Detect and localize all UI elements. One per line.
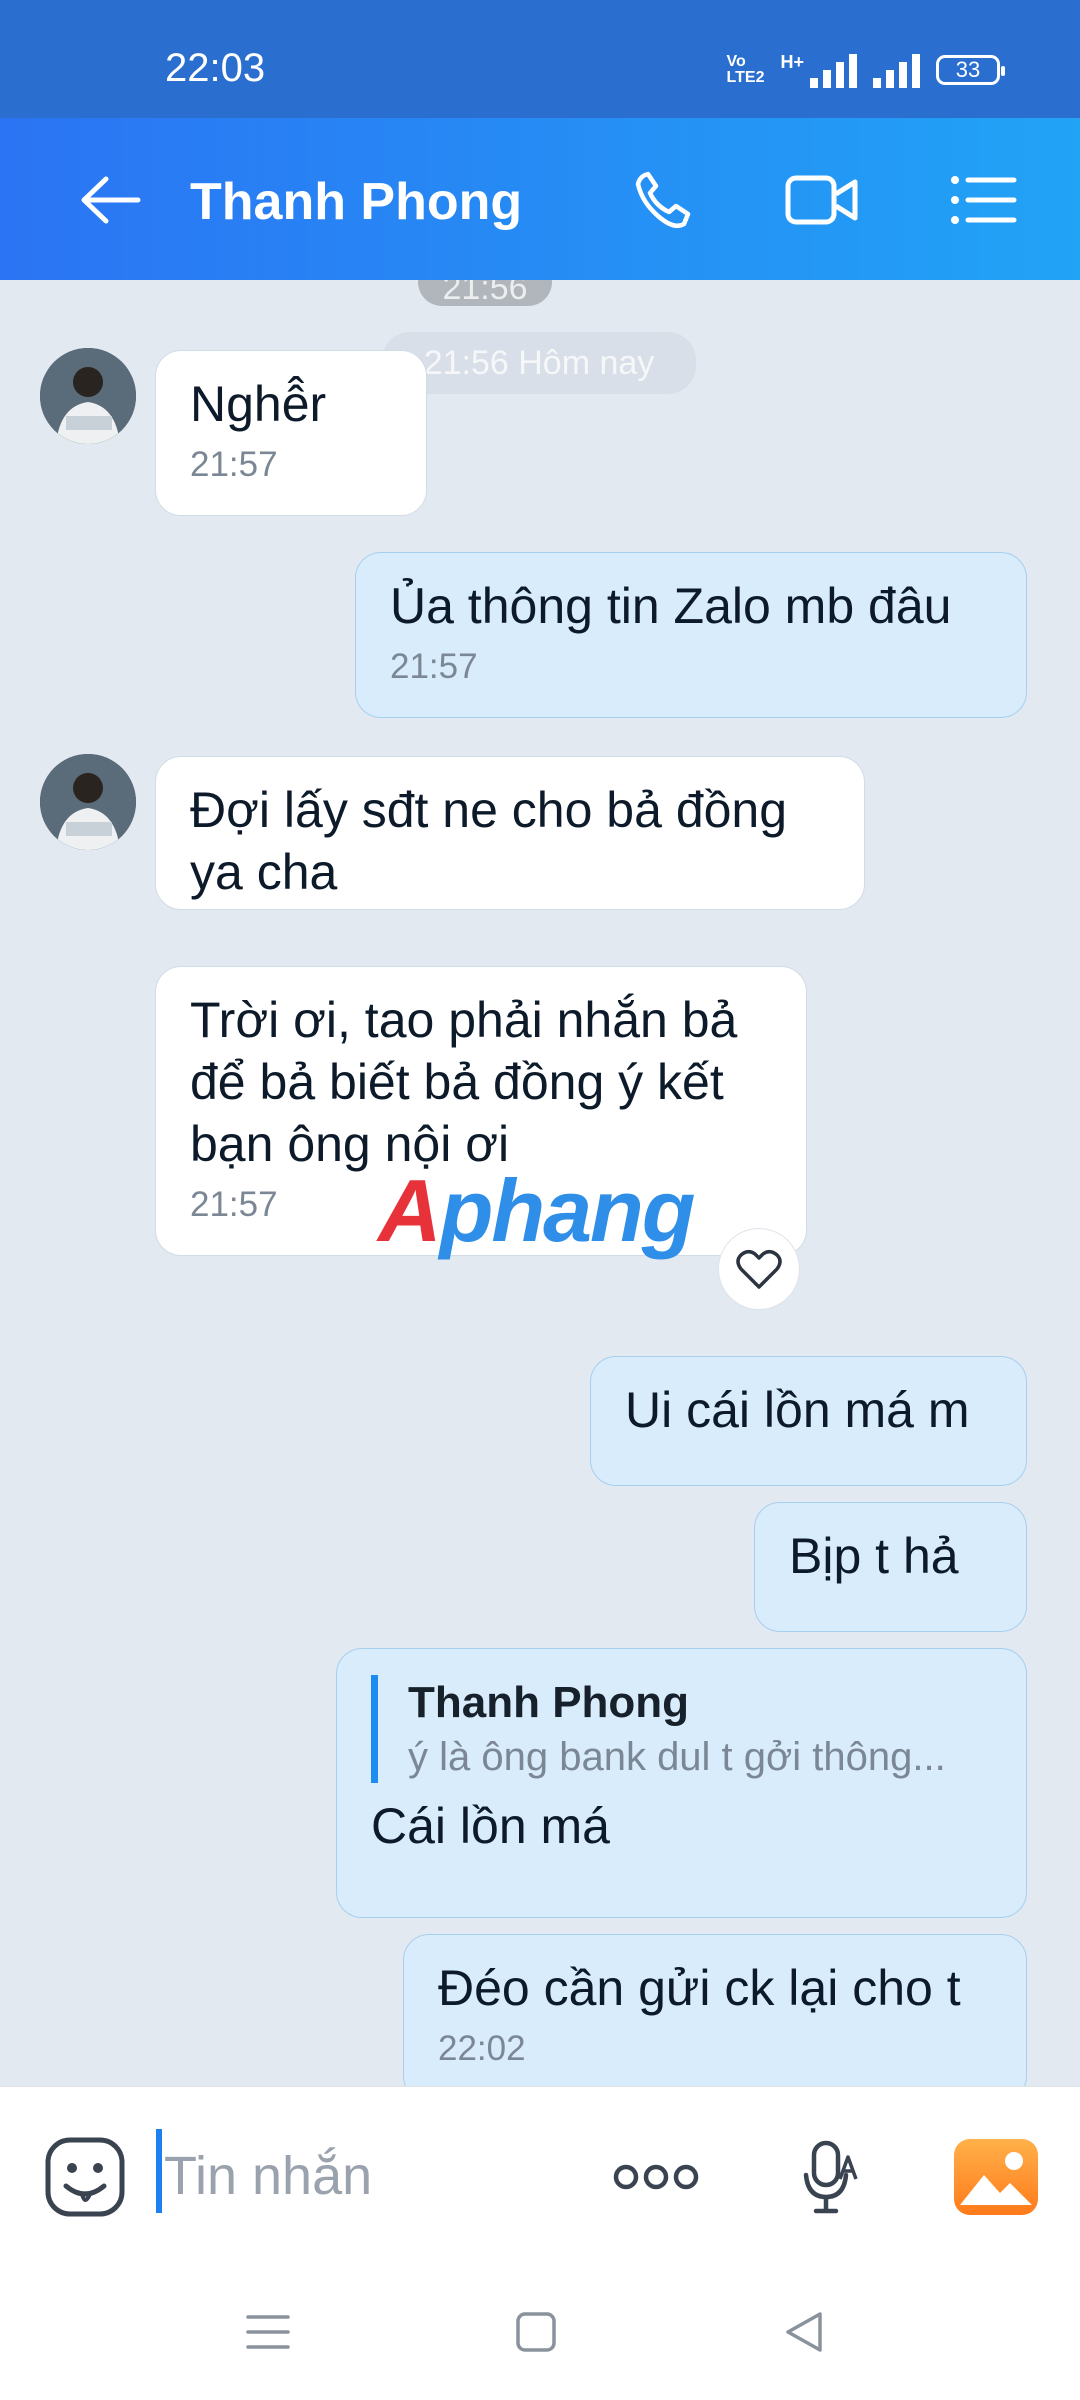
message-time: 21:57: [390, 647, 478, 686]
recent-apps-icon[interactable]: [236, 2300, 300, 2364]
image-gallery-icon[interactable]: [950, 2129, 1042, 2225]
message-time: 21:57: [190, 445, 278, 484]
status-bar: 22:03 Vo LTE2 H+ 33: [0, 0, 1080, 118]
network-type: H+: [780, 52, 804, 72]
message-text: Đéo cần gửi ck lại cho t: [438, 1960, 961, 2016]
message-time: 22:02: [438, 2029, 526, 2068]
text-cursor: [156, 2129, 162, 2213]
message-text: Bịp t hả: [789, 1528, 959, 1584]
date-divider: 21:56 Hôm nay: [382, 332, 696, 394]
message-text: Đợi lấy sđt ne cho bả đồng ya cha: [190, 782, 788, 900]
back-arrow-icon[interactable]: [68, 158, 152, 242]
message-input-bar: Tin nhắn: [0, 2086, 1080, 2265]
message-list[interactable]: 21:56 21:56 Hôm nay Nghê̂r 21:57 Ủa thôn…: [0, 280, 1080, 2086]
message-text: Cái lồn má: [371, 1798, 610, 1854]
message-text: Ủa thông tin Zalo mb đâu: [390, 578, 952, 634]
message-text: Ui cái lồn má m: [625, 1382, 970, 1438]
message-input[interactable]: Tin nhắn: [164, 2145, 372, 2207]
quoted-message[interactable]: Thanh Phong ý là ông bank dul t gởi thôn…: [371, 1675, 992, 1783]
message-text: Nghê̂r: [190, 376, 327, 432]
more-options-icon[interactable]: [606, 2129, 706, 2225]
heart-react-icon[interactable]: [718, 1228, 800, 1310]
quoted-text: ý là ông bank dul t gởi thông...: [408, 1735, 946, 1779]
time-pill: 21:56: [418, 280, 552, 307]
volte-icon: Vo LTE2: [726, 53, 765, 86]
contact-name[interactable]: Thanh Phong: [190, 172, 522, 232]
signal-icon-2: [873, 52, 920, 88]
voice-to-text-icon[interactable]: [790, 2129, 870, 2225]
home-icon[interactable]: [504, 2300, 568, 2364]
video-call-icon[interactable]: [780, 158, 864, 242]
status-time: 22:03: [165, 46, 266, 90]
message-bubble-sent[interactable]: Ui cái lồn má m: [590, 1356, 1027, 1486]
status-icons: Vo LTE2 H+ 33: [726, 52, 1005, 88]
battery-level: 33: [955, 57, 981, 82]
phone-icon[interactable]: [620, 158, 704, 242]
message-bubble-sent[interactable]: Ủa thông tin Zalo mb đâu 21:57: [355, 552, 1027, 718]
signal-icon: [810, 52, 857, 88]
message-bubble-sent-reply[interactable]: Thanh Phong ý là ông bank dul t gởi thôn…: [336, 1648, 1027, 1918]
emoji-icon[interactable]: [40, 2129, 130, 2225]
watermark: Aphang: [378, 1161, 696, 1260]
back-nav-icon[interactable]: [772, 2300, 836, 2364]
message-bubble-sent[interactable]: Bịp t hả: [754, 1502, 1027, 1632]
avatar[interactable]: [40, 754, 136, 850]
chat-header: Thanh Phong: [0, 118, 1080, 280]
quoted-sender: Thanh Phong: [408, 1678, 690, 1727]
battery-icon: 33: [936, 55, 1005, 85]
system-nav-bar: [0, 2264, 1080, 2400]
message-bubble-received[interactable]: Đợi lấy sđt ne cho bả đồng ya cha: [155, 756, 865, 910]
avatar[interactable]: [40, 348, 136, 444]
message-bubble-received[interactable]: Nghê̂r 21:57: [155, 350, 427, 516]
menu-list-icon[interactable]: [942, 158, 1026, 242]
message-text: Trời ơi, tao phải nhắn bả để bả biết bả …: [190, 992, 738, 1172]
message-bubble-sent[interactable]: Đéo cần gửi ck lại cho t 22:02: [403, 1934, 1027, 2086]
